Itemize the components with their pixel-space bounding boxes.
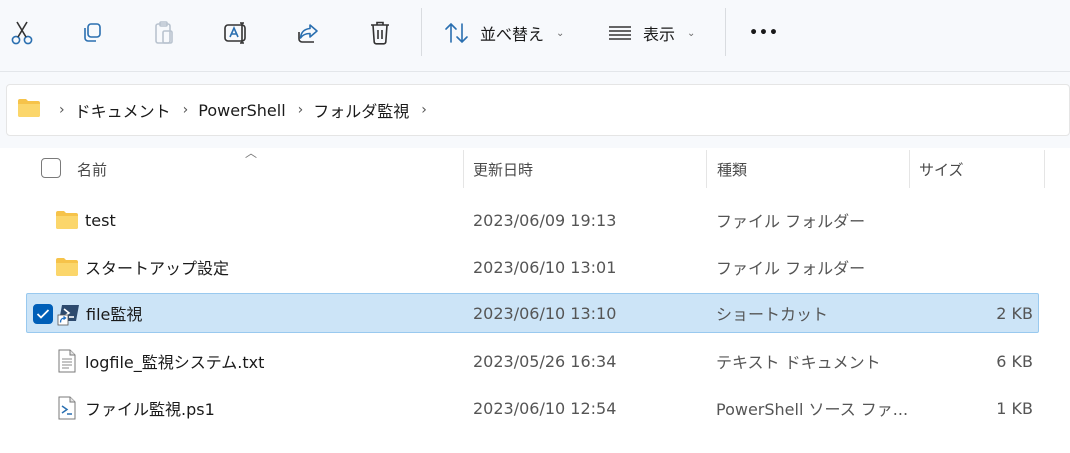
trash-icon [368, 20, 392, 46]
chevron-right-icon: › [297, 102, 304, 118]
sort-label: 並べ替え [480, 25, 545, 44]
file-size [919, 200, 1033, 240]
sort-arrows-icon [444, 21, 470, 45]
folder-icon [55, 257, 79, 281]
file-row[interactable]: test 2023/06/09 19:13 ファイル フォルダー [26, 200, 1039, 240]
select-all-checkbox[interactable] [41, 158, 61, 178]
folder-icon [55, 210, 79, 234]
scissors-icon [10, 20, 34, 46]
rename-icon [223, 21, 249, 45]
sort-button[interactable]: 並べ替え ⌄ [444, 14, 570, 52]
column-divider[interactable] [463, 150, 464, 188]
file-name: logfile_監視システム.txt [85, 353, 265, 372]
file-type: テキスト ドキュメント [716, 353, 881, 372]
ps1-file-icon [57, 396, 77, 424]
file-row[interactable]: logfile_監視システム.txt 2023/05/26 16:34 テキスト… [26, 341, 1039, 381]
copy-button[interactable] [74, 14, 110, 52]
file-type: ショートカット [716, 305, 829, 324]
column-header-size[interactable]: サイズ [919, 148, 1039, 190]
breadcrumb-item-powershell[interactable]: PowerShell [198, 101, 285, 120]
share-button[interactable] [290, 14, 326, 52]
chevron-right-icon: › [182, 102, 189, 118]
file-type: ファイル フォルダー [716, 259, 866, 278]
view-button[interactable]: 表示 ⌄ [607, 14, 707, 52]
file-type: PowerShell ソース ファ... [716, 400, 909, 419]
sort-ascending-icon: ︿ [245, 146, 258, 160]
column-divider[interactable] [706, 150, 707, 188]
file-modified: 2023/06/10 13:10 [473, 303, 617, 323]
column-header-row: 名前 ︿ 更新日時 種類 サイズ [0, 146, 1070, 190]
file-size: 2 KB [996, 303, 1033, 323]
address-bar-region: › ドキュメント › PowerShell › フォルダ監視 › [0, 72, 1070, 148]
file-modified: 2023/06/10 13:01 [473, 257, 617, 277]
toolbar-separator [725, 8, 726, 56]
row-checkbox[interactable] [33, 304, 53, 324]
breadcrumb-item-folder-watch[interactable]: フォルダ監視 [313, 98, 409, 122]
file-row-selected[interactable]: file監視 2023/06/10 13:10 ショートカット 2 KB [26, 293, 1039, 333]
chevron-right-icon: › [59, 102, 65, 118]
breadcrumb-item-documents[interactable]: ドキュメント [75, 98, 171, 122]
file-name: test [85, 210, 116, 230]
chevron-down-icon: ⌄ [556, 27, 565, 39]
file-row[interactable]: スタートアップ設定 2023/06/10 13:01 ファイル フォルダー [26, 247, 1039, 287]
file-size [919, 247, 1033, 287]
share-icon [296, 21, 320, 45]
more-options-button[interactable]: ••• [744, 14, 784, 52]
file-row[interactable]: ファイル監視.ps1 2023/06/10 12:54 PowerShell ソ… [26, 388, 1039, 428]
file-modified: 2023/05/26 16:34 [473, 351, 617, 371]
cut-button[interactable] [4, 14, 40, 52]
column-header-modified[interactable]: 更新日時 [473, 148, 698, 190]
text-file-icon [57, 349, 77, 377]
file-size: 1 KB [996, 398, 1033, 418]
file-name: file監視 [86, 305, 143, 324]
view-list-icon [607, 22, 633, 44]
chevron-down-icon: ⌄ [687, 27, 696, 39]
folder-icon [17, 98, 41, 122]
rename-button[interactable] [218, 14, 254, 52]
toolbar-separator [421, 8, 422, 56]
file-modified: 2023/06/09 19:13 [473, 210, 617, 230]
command-bar: 並べ替え ⌄ 表示 ⌄ ••• [0, 0, 1070, 72]
file-name: ファイル監視.ps1 [85, 400, 215, 419]
file-modified: 2023/06/10 12:54 [473, 398, 617, 418]
delete-button[interactable] [362, 14, 398, 52]
column-header-name[interactable]: 名前 [77, 148, 457, 190]
checkmark-icon [36, 309, 50, 319]
column-header-type[interactable]: 種類 [717, 148, 902, 190]
file-type: ファイル フォルダー [716, 212, 866, 231]
paste-icon [152, 20, 176, 46]
powershell-shortcut-icon [57, 302, 81, 330]
column-divider[interactable] [1044, 150, 1045, 188]
more-dots-icon: ••• [749, 25, 779, 41]
file-name: スタートアップ設定 [85, 259, 230, 278]
file-list: 名前 ︿ 更新日時 種類 サイズ test 2023/06/09 19:13 フ… [0, 146, 1070, 453]
view-label: 表示 [643, 25, 676, 44]
address-bar[interactable]: › ドキュメント › PowerShell › フォルダ監視 › [6, 84, 1070, 136]
copy-icon [80, 21, 104, 45]
paste-button[interactable] [146, 14, 182, 52]
column-divider[interactable] [909, 150, 910, 188]
file-size: 6 KB [996, 351, 1033, 371]
chevron-right-icon[interactable]: › [421, 102, 427, 118]
